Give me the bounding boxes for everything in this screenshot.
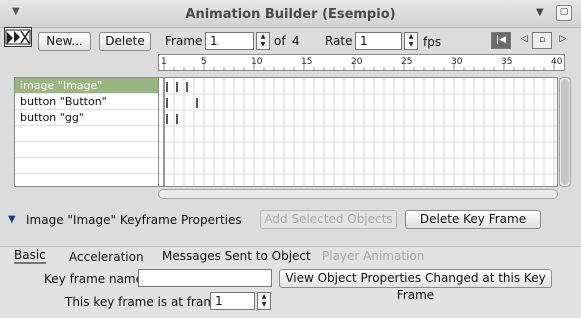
delete-key-frame-button[interactable]: Delete Key Frame — [405, 210, 541, 229]
rewind-icon: |◀ — [496, 35, 506, 45]
rate-label: Rate — [325, 34, 353, 48]
ruler-tick-label: 30 — [451, 57, 463, 67]
scrollbar-thumb[interactable] — [561, 79, 569, 185]
frame-label: Frame — [165, 34, 203, 48]
horizontal-scrollbar[interactable] — [158, 189, 558, 199]
ruler-tick-label: 20 — [351, 57, 363, 67]
tab-player-animation: Player Animation — [322, 249, 425, 263]
frame-field[interactable]: 1 — [205, 32, 254, 50]
list-item[interactable]: button "gg" — [15, 110, 158, 126]
stop-icon: ▫ — [538, 35, 546, 45]
at-frame-label: This key frame is at frame — [65, 295, 223, 309]
ruler-ticks: 1 5 10 15 20 25 30 35 40 — [161, 57, 563, 71]
frame-ruler[interactable]: 1 5 10 15 20 25 30 35 40 — [158, 54, 565, 71]
play-icon: ▷ — [559, 34, 567, 44]
rewind-button[interactable]: |◀ — [491, 32, 511, 49]
prev-icon: ◁ — [520, 34, 528, 44]
view-object-properties-button[interactable]: View Object Properties Changed at this K… — [279, 269, 552, 302]
film-icon — [5, 29, 31, 45]
tab-messages[interactable]: Messages Sent to Object — [162, 249, 311, 263]
keyframe-properties-title: Image "Image" Keyframe Properties — [26, 213, 242, 227]
list-item[interactable]: image "Image" — [15, 78, 158, 94]
of-label: of — [274, 34, 286, 48]
keyframe-grid[interactable] — [158, 77, 558, 191]
object-list[interactable]: image "Image" button "Button" button "gg… — [14, 77, 159, 187]
frame-total: 4 — [292, 34, 300, 48]
vertical-scrollbar[interactable] — [559, 77, 571, 187]
collapse-icon[interactable]: ▼ — [536, 7, 544, 18]
list-item[interactable]: button "Button" — [15, 94, 158, 110]
frame-stepper[interactable]: ▲ ▼ — [256, 32, 270, 50]
ruler-tick-label: 5 — [201, 57, 207, 67]
disclosure-triangle-icon[interactable]: ▼ — [8, 214, 16, 225]
at-frame-field[interactable]: 1 — [210, 292, 255, 310]
tab-acceleration[interactable]: Acceleration — [69, 250, 144, 264]
ruler-tick-label: 10 — [251, 57, 263, 67]
rate-stepper[interactable]: ▲ ▼ — [404, 32, 418, 50]
ruler-tick-label: 40 — [551, 57, 563, 67]
close-button[interactable]: ▢ — [556, 5, 572, 21]
rate-field[interactable]: 1 — [355, 32, 402, 50]
delete-button[interactable]: Delete — [99, 32, 151, 51]
stop-button[interactable]: ▫ — [532, 32, 552, 49]
keyframe-grid-canvas[interactable] — [159, 78, 557, 191]
ruler-tick-label: 15 — [301, 57, 312, 67]
ruler-tick-label: 35 — [501, 57, 512, 67]
ruler-tick-label: 25 — [401, 57, 412, 67]
key-frame-name-field[interactable] — [138, 269, 272, 287]
new-button[interactable]: New... — [38, 32, 91, 51]
fps-label: fps — [423, 35, 442, 49]
window-title: Animation Builder (Esempio) — [185, 7, 396, 22]
ruler-tick-label: 1 — [161, 57, 167, 67]
list-item-empty — [15, 158, 158, 174]
add-selected-objects-button[interactable]: Add Selected Objects — [260, 210, 397, 229]
tab-basic[interactable]: Basic — [14, 248, 46, 264]
play-button[interactable]: ▷ — [553, 32, 573, 49]
animation-builder-icon — [4, 27, 32, 47]
list-item-empty — [15, 126, 158, 142]
key-frame-name-label: Key frame name — [44, 272, 143, 286]
list-item-empty — [15, 142, 158, 158]
at-frame-stepper[interactable]: ▲ ▼ — [257, 292, 271, 310]
prev-frame-button[interactable]: ◁ — [514, 32, 534, 49]
